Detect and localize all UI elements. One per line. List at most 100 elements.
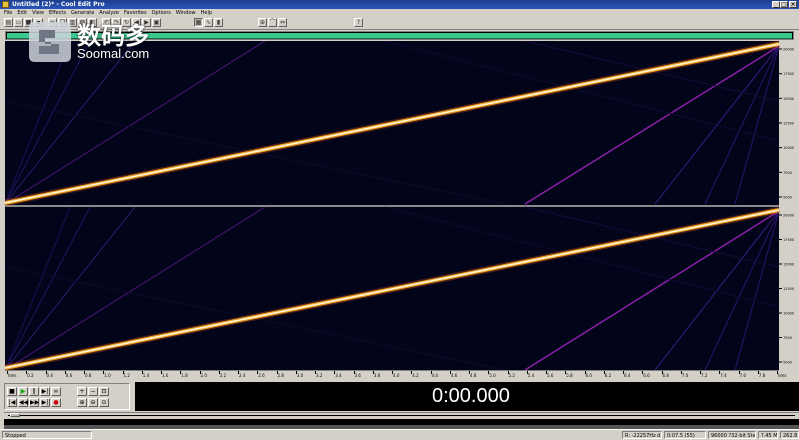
freq-tick-label: 15000 bbox=[783, 97, 794, 101]
menu-file[interactable]: File bbox=[4, 9, 12, 17]
play-icon[interactable]: ▶ bbox=[18, 387, 28, 396]
ruler-label: 5.6 bbox=[547, 373, 554, 378]
ruler-label: 2.0 bbox=[200, 373, 207, 378]
status-state: Stopped bbox=[2, 431, 92, 439]
ruler-label: 7.2 bbox=[701, 373, 708, 378]
ruler-label: 4.2 bbox=[412, 373, 419, 378]
ruler-label: 1.0 bbox=[104, 373, 111, 378]
status-format: 96000 ?32-bit Stereo bbox=[708, 431, 756, 439]
freq-tick-label: 15000 bbox=[783, 263, 794, 267]
status-size: ?.45 MB bbox=[758, 431, 778, 439]
ruler-label: 7.8 bbox=[758, 373, 766, 378]
frequency-axis-panel bbox=[779, 41, 795, 370]
time-display-panel: 0:00.000 bbox=[135, 382, 799, 411]
watermark: 数码多 Soomal.com bbox=[25, 16, 165, 71]
ruler-label: 4.6 bbox=[450, 373, 458, 378]
multitrack-icon[interactable]: ▤ bbox=[4, 18, 13, 27]
ruler-label: 7.6 bbox=[739, 373, 746, 378]
transport-controls: ■ ▶ ‖ ▶| ∞ |◀ ◀◀ ▶▶ ▶| ● + − ⊡ ⊕ ⊖ ⊙ bbox=[4, 383, 130, 410]
horizontal-scrollbar[interactable] bbox=[4, 412, 799, 418]
spectrogram[interactable]: 20000 17500 15000 12500 10000 7500 5000 20000 17… bbox=[4, 40, 795, 372]
ruler-label: 5.4 bbox=[527, 373, 535, 378]
ruler-label: 0.2 bbox=[27, 373, 34, 378]
ruler-label: 1.2 bbox=[123, 373, 130, 378]
freq-tick-label: 20000 bbox=[783, 48, 794, 52]
ruler-label: 0.4 bbox=[46, 373, 53, 378]
freq-tick-label: 12500 bbox=[783, 287, 794, 291]
stop-icon[interactable]: ■ bbox=[7, 387, 17, 396]
ruler-label: 4.0 bbox=[393, 373, 400, 378]
scroll-track bbox=[8, 415, 795, 416]
ruler-label: 1.4 bbox=[142, 373, 150, 378]
channel-divider bbox=[5, 205, 779, 207]
freq-tick-label: 7500 bbox=[783, 171, 792, 175]
ruler-label: 2.8 bbox=[277, 373, 284, 378]
maximize-button[interactable]: □ bbox=[780, 1, 788, 8]
title-bar: Untitled (2)* - Cool Edit Pro _ □ × bbox=[0, 0, 799, 9]
zoom-sel-icon[interactable]: ⊙ bbox=[99, 398, 109, 407]
freq-tick-label: 10000 bbox=[783, 146, 794, 150]
ruler-label: 6.2 bbox=[604, 373, 612, 378]
go-end-icon[interactable]: ▶| bbox=[40, 398, 50, 407]
record-icon[interactable]: ● bbox=[51, 398, 61, 407]
zoom-in-h-icon[interactable]: + bbox=[77, 387, 87, 396]
play-to-end-icon[interactable]: ▶| bbox=[40, 387, 50, 396]
ruler-label: 3.2 bbox=[316, 373, 323, 378]
ruler-label: 5.2 bbox=[508, 373, 515, 378]
ruler-label: 7.0 bbox=[681, 373, 689, 378]
ruler-label: 1.8 bbox=[181, 373, 188, 378]
freq-tick-label: 7500 bbox=[783, 336, 792, 340]
ruler-label: hms bbox=[778, 373, 787, 378]
scroll-thumb[interactable] bbox=[10, 413, 20, 417]
zoom-in-v-icon[interactable]: ⊕ bbox=[77, 398, 87, 407]
help-icon[interactable]: ? bbox=[354, 18, 363, 27]
status-free: 262.83 free bbox=[780, 431, 799, 439]
ruler-label: 3.8 bbox=[373, 373, 381, 378]
zoom-out-h-icon[interactable]: − bbox=[88, 387, 98, 396]
ruler-label: 7.4 bbox=[720, 373, 727, 378]
level-meter bbox=[4, 419, 799, 429]
ruler-label: 3.6 bbox=[354, 373, 361, 378]
menu-window[interactable]: Window bbox=[176, 9, 196, 17]
freq-tick-label: 17500 bbox=[783, 72, 794, 76]
zoom-out-v-icon[interactable]: ⊖ bbox=[88, 398, 98, 407]
ruler-label: 4.8 bbox=[470, 373, 477, 378]
ruler-label: 5.0 bbox=[489, 373, 496, 378]
frequency-analysis-icon[interactable]: ▮ bbox=[214, 18, 223, 27]
status-position: 0:07.5 (55) bbox=[664, 431, 706, 439]
close-button[interactable]: × bbox=[789, 1, 797, 8]
fast-forward-icon[interactable]: ▶▶ bbox=[29, 398, 39, 407]
app-icon[interactable] bbox=[2, 1, 9, 8]
spectral-view-icon[interactable]: ▦ bbox=[194, 18, 203, 27]
time-ruler[interactable]: hms 0.2 0.4 0.6 0.8 1.0 1.2 1.4 1.6 1.8 2.0 2.2 2.4 2… bbox=[5, 370, 787, 379]
zoom-icon[interactable]: ⊕ bbox=[258, 18, 267, 27]
window-title: Untitled (2)* - Cool Edit Pro bbox=[12, 1, 105, 8]
time-stretch-icon[interactable]: ⇔ bbox=[278, 18, 287, 27]
status-level: R: -22257Hz dB bbox=[622, 431, 662, 439]
loop-icon[interactable]: ∞ bbox=[51, 387, 61, 396]
rewind-icon[interactable]: ◀◀ bbox=[18, 398, 28, 407]
ruler-label: 6.4 bbox=[624, 373, 631, 378]
ruler-label: 4.4 bbox=[431, 373, 438, 378]
ruler-label: 6.6 bbox=[643, 373, 650, 378]
ruler-label: 1.6 bbox=[162, 373, 169, 378]
pause-icon[interactable]: ‖ bbox=[29, 387, 39, 396]
spectral-view[interactable]: 20000 17500 15000 12500 10000 7500 5000 20000 17… bbox=[4, 40, 795, 372]
minimize-button[interactable]: _ bbox=[772, 1, 780, 8]
watermark-en: Soomal.com bbox=[77, 46, 150, 61]
ruler-label: 2.6 bbox=[258, 373, 265, 378]
ruler-label: 0.6 bbox=[65, 373, 73, 378]
status-bar: Stopped R: -22257Hz dB 0:07.5 (55) 96000… bbox=[0, 429, 799, 440]
zoom-full-icon[interactable]: ⊡ bbox=[99, 387, 109, 396]
open-icon[interactable]: ▭ bbox=[14, 18, 23, 27]
envelope-icon[interactable]: ⌒ bbox=[268, 18, 277, 27]
ruler-label: 3.4 bbox=[335, 373, 342, 378]
go-start-icon[interactable]: |◀ bbox=[7, 398, 17, 407]
menu-help[interactable]: Help bbox=[201, 9, 212, 17]
freq-tick-label: 10000 bbox=[783, 312, 794, 316]
freq-tick-label: 5000 bbox=[783, 361, 792, 365]
freq-tick-label: 12500 bbox=[783, 122, 794, 126]
waveform-view-icon[interactable]: ∿ bbox=[204, 18, 213, 27]
ruler-label: 2.2 bbox=[219, 373, 227, 378]
time-display: 0:00.000 bbox=[432, 385, 510, 407]
